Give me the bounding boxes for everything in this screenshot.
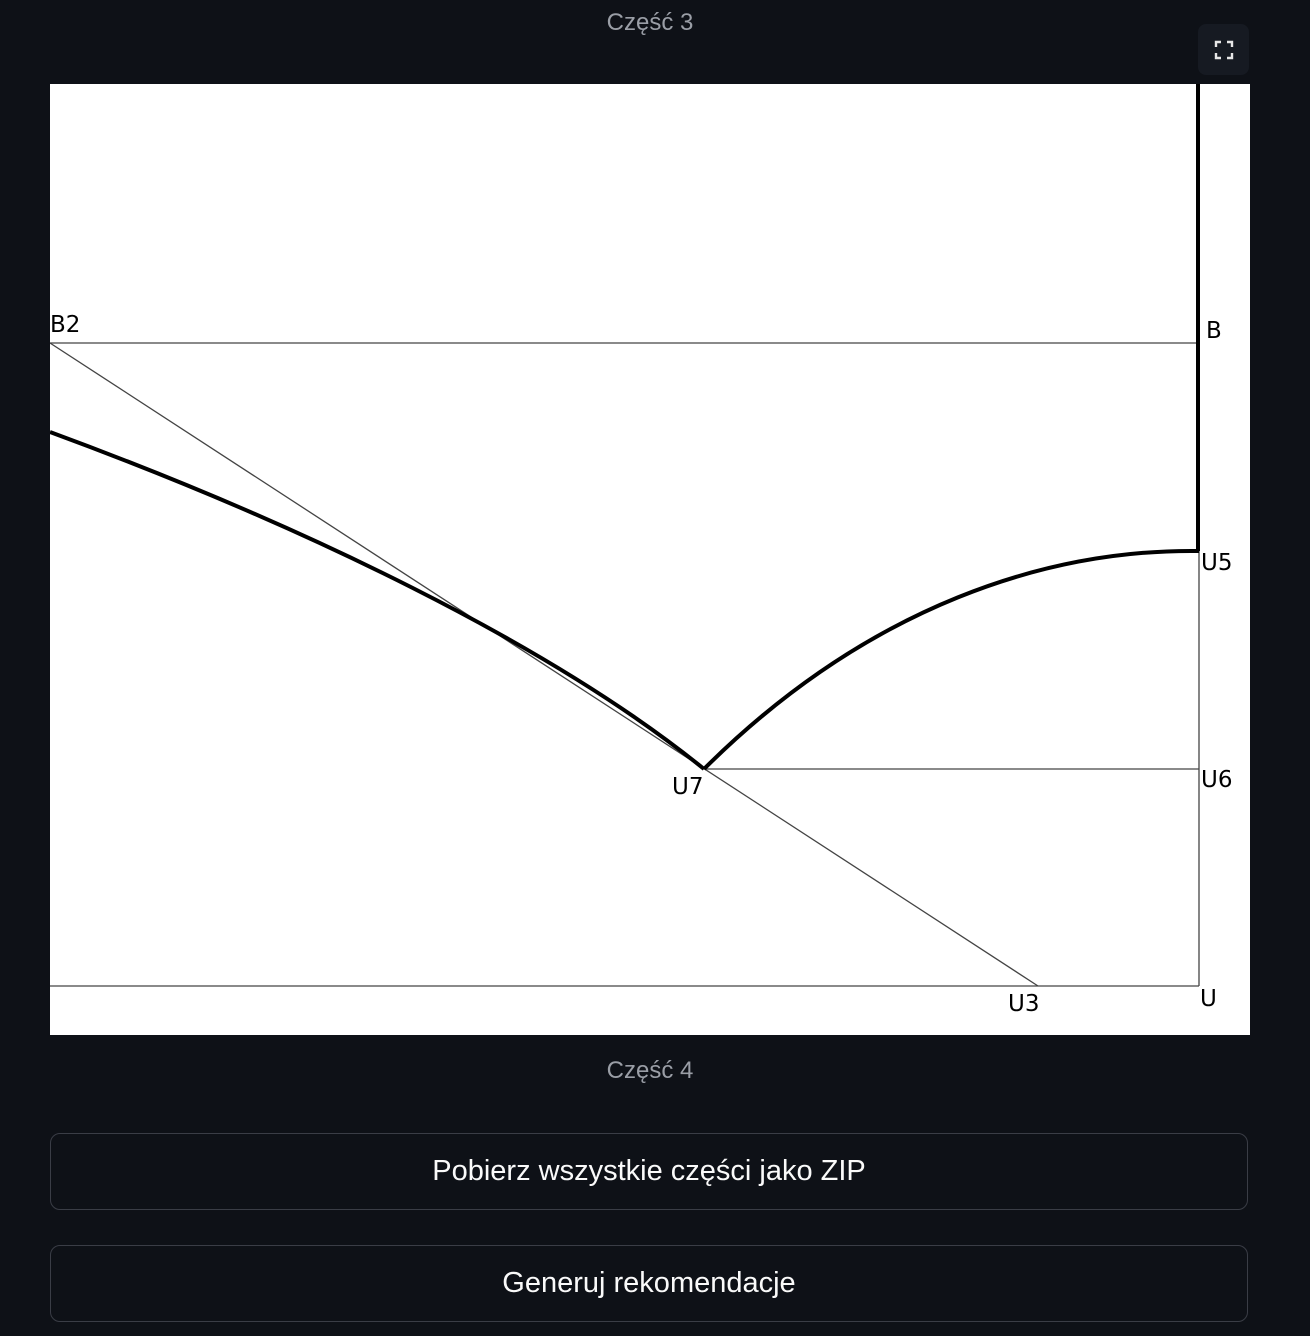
generate-recommendations-button[interactable]: Generuj rekomendacje bbox=[50, 1245, 1248, 1322]
point-label-u7: U7 bbox=[672, 774, 703, 800]
point-label-b: B bbox=[1206, 318, 1222, 344]
point-label-u3: U3 bbox=[1008, 991, 1039, 1017]
line-b2-u3 bbox=[50, 342, 1039, 987]
fullscreen-icon bbox=[1214, 40, 1233, 59]
part-4-caption: Część 4 bbox=[606, 1057, 694, 1084]
pattern-drawing: B2 B U5 U6 U7 U3 U bbox=[50, 84, 1232, 1017]
download-zip-button[interactable]: Pobierz wszystkie części jako ZIP bbox=[50, 1133, 1248, 1210]
part-3-caption: Część 3 bbox=[606, 9, 694, 36]
point-label-b2: B2 bbox=[50, 312, 80, 338]
fullscreen-button[interactable] bbox=[1198, 24, 1249, 75]
point-label-u: U bbox=[1200, 986, 1217, 1012]
point-label-u5: U5 bbox=[1201, 550, 1232, 576]
armhole-curve-right bbox=[702, 548, 1200, 771]
point-label-u6: U6 bbox=[1201, 767, 1232, 793]
armhole-curve-left bbox=[50, 430, 706, 771]
pattern-figure: B2 B U5 U6 U7 U3 U bbox=[50, 84, 1250, 1035]
